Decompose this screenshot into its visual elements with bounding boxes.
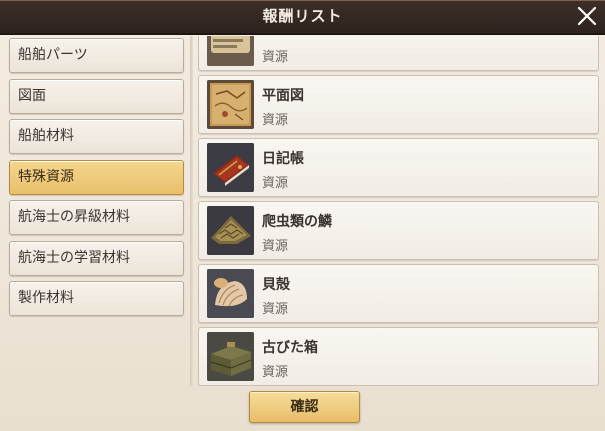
panel-divider xyxy=(190,36,193,386)
list-item[interactable]: 日記帳 資源 xyxy=(198,138,599,197)
item-category: 資源 xyxy=(262,239,289,254)
list-item[interactable]: 貝殻 資源 xyxy=(198,264,599,323)
item-list: 資源 平面図 資源 日記帳 資源 爬虫類の鱗 資源 貝殻 資源 古びた箱 資源 xyxy=(198,36,599,386)
category-list: 船舶パーツ 図面 船舶材料 特殊資源 航海士の昇級材料 航海士の学習材料 製作材… xyxy=(9,38,184,322)
list-item[interactable]: 平面図 資源 xyxy=(198,75,599,134)
item-category: 資源 xyxy=(262,50,289,65)
item-name: 爬虫類の鱗 xyxy=(262,214,332,230)
reward-list-dialog: 報酬リスト 船舶パーツ 図面 船舶材料 特殊資源 航海士の昇級材料 航海士の学習… xyxy=(0,0,605,431)
category-ship-parts[interactable]: 船舶パーツ xyxy=(9,38,184,73)
reptile-scale-icon xyxy=(207,206,254,255)
seashell-icon xyxy=(207,269,254,318)
category-blueprints[interactable]: 図面 xyxy=(9,78,184,114)
item-name: 古びた箱 xyxy=(262,340,318,356)
item-category: 資源 xyxy=(262,176,289,191)
category-crafting-materials[interactable]: 製作材料 xyxy=(9,281,184,316)
close-icon xyxy=(577,6,597,26)
title-bar: 報酬リスト xyxy=(0,0,605,35)
item-name: 日記帳 xyxy=(262,151,304,167)
category-navigator-promotion-materials[interactable]: 航海士の昇級材料 xyxy=(9,200,184,235)
item-category: 資源 xyxy=(262,302,289,317)
list-item[interactable]: 爬虫類の鱗 資源 xyxy=(198,201,599,260)
item-category: 資源 xyxy=(262,113,289,128)
category-ship-materials[interactable]: 船舶材料 xyxy=(9,119,184,154)
close-button[interactable] xyxy=(575,4,599,28)
old-box-icon xyxy=(207,332,254,381)
category-special-resources[interactable]: 特殊資源 xyxy=(9,159,184,195)
item-category: 資源 xyxy=(262,365,289,380)
category-navigator-learning-materials[interactable]: 航海士の学習材料 xyxy=(9,240,184,276)
scroll-icon xyxy=(207,36,254,66)
map-icon xyxy=(207,80,254,129)
item-name: 貝殻 xyxy=(262,277,290,293)
confirm-button[interactable]: 確認 xyxy=(249,391,360,423)
list-item[interactable]: 資源 xyxy=(198,36,599,71)
list-item[interactable]: 古びた箱 資源 xyxy=(198,327,599,386)
item-name: 平面図 xyxy=(262,88,304,104)
diary-icon xyxy=(207,143,254,192)
dialog-title: 報酬リスト xyxy=(262,7,343,25)
item-list-viewport[interactable]: 資源 平面図 資源 日記帳 資源 爬虫類の鱗 資源 貝殻 資源 古びた箱 資源 xyxy=(198,36,599,386)
